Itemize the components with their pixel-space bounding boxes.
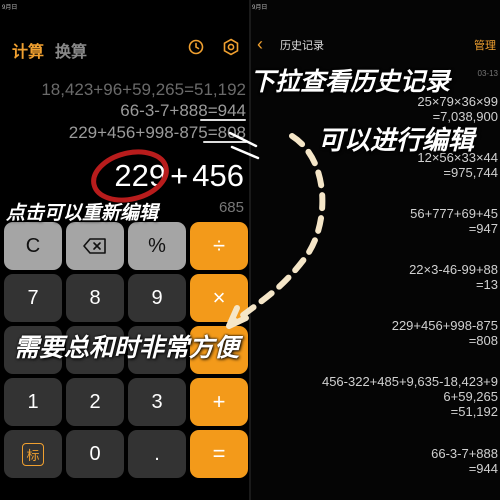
history-line[interactable]: 66-3-7+888=944: [120, 101, 246, 121]
history-date: 03-13: [477, 69, 498, 78]
history-title: 历史记录: [280, 40, 324, 52]
backspace-button[interactable]: [66, 222, 124, 270]
clock-icon[interactable]: [187, 38, 205, 56]
current-expression[interactable]: 229 +456: [114, 158, 244, 194]
tab-calculator[interactable]: 计算: [12, 38, 44, 62]
history-record[interactable]: 229+456+998-875 =808: [392, 318, 498, 348]
history-underline: [200, 119, 246, 121]
percent-button[interactable]: %: [128, 222, 186, 270]
digit-3-button[interactable]: 3: [128, 378, 186, 426]
digit-8-button[interactable]: 8: [66, 274, 124, 322]
clear-button[interactable]: C: [4, 222, 62, 270]
backspace-icon: [83, 238, 106, 254]
status-bar-date: 9月日: [252, 5, 268, 11]
record-expression: 56+777+69+45: [410, 206, 498, 221]
record-expression: 229+456+998-875: [391, 318, 498, 333]
record-result: =51,192: [450, 404, 498, 419]
divide-button[interactable]: ÷: [190, 222, 248, 270]
digit-9-button[interactable]: 9: [128, 274, 186, 322]
history-line[interactable]: 18,423+96+59,265=51,192: [41, 80, 246, 100]
annotation-convenient: 需要总和时非常方便: [14, 334, 240, 362]
back-chevron-icon[interactable]: ‹: [257, 34, 263, 55]
record-expression: 456-322+485+9,635-18,423+9 6+59,265: [321, 374, 498, 404]
record-result: =944: [468, 461, 498, 476]
annotation-editable: 可以进行编辑: [318, 125, 475, 155]
manage-button[interactable]: 管理: [474, 37, 496, 53]
plus-button[interactable]: +: [190, 378, 248, 426]
digit-2-button[interactable]: 2: [66, 378, 124, 426]
digit-7-button[interactable]: 7: [4, 274, 62, 322]
record-result: =13: [475, 277, 498, 292]
equals-button[interactable]: =: [190, 430, 248, 478]
result-preview: 685: [218, 199, 244, 216]
decimal-button[interactable]: .: [128, 430, 186, 478]
tab-convert[interactable]: 换算: [55, 38, 87, 62]
expression-operand-2[interactable]: 456: [192, 158, 244, 193]
annotation-pull-history: 下拉查看历史记录: [250, 68, 451, 96]
history-record[interactable]: 456-322+485+9,635-18,423+9 6+59,265 =51,1…: [322, 374, 498, 419]
history-record[interactable]: 56+777+69+45 =947: [410, 206, 498, 236]
history-line[interactable]: 229+456+998-875=808: [69, 123, 246, 143]
history-record[interactable]: 22×3-46-99+88 =13: [409, 262, 498, 292]
history-record[interactable]: 66-3-7+888 =944: [431, 446, 498, 476]
record-result: =808: [468, 333, 498, 348]
record-expression: 66-3-7+888: [431, 446, 498, 461]
record-result: =975,744: [443, 165, 498, 180]
digit-1-button[interactable]: 1: [4, 378, 62, 426]
history-underline: [203, 141, 247, 143]
expression-operand-1[interactable]: 229: [114, 158, 166, 193]
record-result: =947: [468, 221, 498, 236]
expression-operator: +: [170, 158, 189, 193]
mode-label: 标: [22, 442, 44, 466]
mode-button[interactable]: 标: [4, 430, 62, 478]
multiply-button[interactable]: ×: [190, 274, 248, 322]
gear-icon[interactable]: [222, 38, 240, 56]
annotation-click-edit: 点击可以重新编辑: [6, 203, 159, 224]
status-bar-date: 9月日: [2, 5, 18, 11]
record-expression: 22×3-46-99+88: [409, 262, 498, 277]
calculator-screen: 9月日 计算 换算 18,423+96+59,265=51,192 66-3-7…: [0, 0, 250, 500]
digit-0-button[interactable]: 0: [66, 430, 124, 478]
